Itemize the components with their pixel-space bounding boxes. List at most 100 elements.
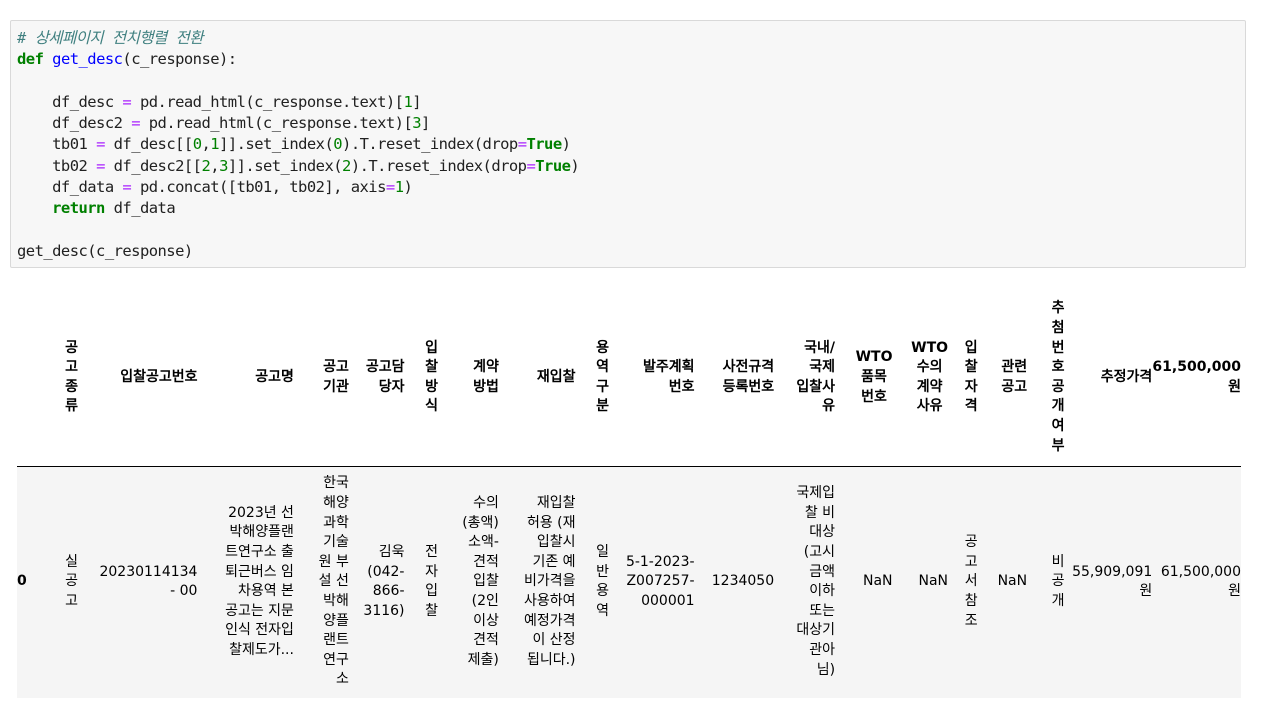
code-operator: = <box>96 156 105 175</box>
cell-text: 2023년 선 박해양플랜 트연구소 출 퇴근버스 임 차용역 본 공고는 지문 인식 전자… <box>225 504 294 659</box>
code-token: tb02 <box>52 156 97 175</box>
code-token: ]].set_index( <box>227 156 343 175</box>
cell-text: 1234050 <box>711 573 775 590</box>
code-number: 2 <box>342 156 351 175</box>
code-token: df_data <box>104 199 176 218</box>
col-header: 입찰방식 <box>404 290 438 467</box>
index-header <box>17 290 41 467</box>
table-cell: 수의 (총액) 소액- 견적 입찰 (2인 이상 견적 제출) <box>437 466 499 698</box>
code-token: df_desc <box>52 92 123 111</box>
header-label: 용역구분 <box>596 339 609 415</box>
col-header: 계약 방법 <box>437 290 499 467</box>
col-header: WTO 품목 번호 <box>835 290 893 467</box>
code-token: , <box>210 156 220 175</box>
cell-text: 재입찰 허용 (재 입찰시 기존 예 비가격을 사용하여 예정가격 이 산정 됩니다.) <box>524 495 576 668</box>
code-operator: = <box>385 178 395 197</box>
table-cell: 재입찰 허용 (재 입찰시 기존 예 비가격을 사용하여 예정가격 이 산정 됩니다.) <box>498 466 576 698</box>
header-label: 공고 기관 <box>323 359 349 395</box>
col-header: 공고종류 <box>40 290 79 467</box>
row-index: 0 <box>17 466 41 698</box>
header-label: 국내/국제 입찰사 유 <box>796 339 836 415</box>
cell-text: 한국 해양 과학 기술 원 부설 선 박해 양플 랜트 연구 소 <box>318 475 349 688</box>
code-comment: # 상세페이지 전치행렬 전환 <box>17 29 204 47</box>
header-label: 추정가격 <box>1100 368 1153 385</box>
cell-text: 55,909,091 원 <box>1072 563 1153 600</box>
code-operator: = <box>526 156 536 175</box>
header-label: 입찰공고번호 <box>120 368 198 385</box>
header-label: 사전규격 등록번호 <box>722 359 775 395</box>
cell-text: 전자입찰 <box>425 544 438 619</box>
code-token: ).T.reset_index(drop <box>342 135 518 154</box>
code-token: df_desc[[ <box>104 135 194 154</box>
header-label: 관련 공고 <box>1001 359 1028 395</box>
cell-text: 김욱 (042- 866- 3116) <box>363 544 405 619</box>
header-label: 입찰자격 <box>964 339 978 415</box>
code-operator: = <box>122 92 132 111</box>
true-keyword: True <box>526 135 562 154</box>
col-header: 국내/국제 입찰사 유 <box>774 290 836 467</box>
cell-text: 0 <box>17 573 27 590</box>
output-area: 공고종류 입찰공고번호 공고명 공고 기관 공고담 당자 입찰방식 계약 방법 재입찰… <box>17 290 1241 698</box>
cell-text: NaN <box>997 573 1028 590</box>
code-operator: = <box>122 178 132 197</box>
return-keyword: return <box>52 199 105 218</box>
cell-text: 61,500,000 원 <box>1160 563 1241 600</box>
table-cell: 공고서참조 <box>948 466 978 698</box>
header-label: 재입찰 <box>536 368 576 385</box>
table-cell: 국제입 찰 비 대상 (고시 금액 이하 또는 대상기 관아 님) <box>774 466 836 698</box>
header-label: 추첨번호공개여부 <box>1051 300 1065 454</box>
function-name: get_desc <box>52 50 123 69</box>
code-token: ] <box>421 114 430 133</box>
table-cell: 55,909,091 원 <box>1064 466 1153 698</box>
table-row: 0 실공고 20230114134- 00 2023년 선 박해양플랜 트연구소 출… <box>17 466 1241 698</box>
code-number: 3 <box>219 156 228 175</box>
code-token: df_desc2 <box>52 114 132 133</box>
cell-text: 비공개 <box>1051 553 1065 610</box>
true-keyword: True <box>535 156 571 175</box>
table-cell: 5-1-2023- Z007257- 000001 <box>609 466 695 698</box>
header-label: 공고명 <box>255 368 294 385</box>
code-number: 2 <box>201 156 211 175</box>
code-token: ] <box>412 92 422 111</box>
cell-text: 실공고 <box>65 553 79 610</box>
col-header: 사전규격 등록번호 <box>694 290 775 467</box>
col-header: 공고 기관 <box>293 290 349 467</box>
code-token: tb01 <box>52 135 97 154</box>
col-header: 공고담 당자 <box>348 290 405 467</box>
header-row: 공고종류 입찰공고번호 공고명 공고 기관 공고담 당자 입찰방식 계약 방법 재입찰… <box>17 290 1241 467</box>
cell-text: 20230114134- 00 <box>99 563 198 600</box>
table-cell: 실공고 <box>40 466 79 698</box>
code-editor[interactable]: # 상세페이지 전치행렬 전환 def get_desc(c_response)… <box>17 28 580 262</box>
header-label: 입찰방식 <box>425 339 438 415</box>
code-number: 1 <box>210 135 220 154</box>
col-header: WTO 수의 계약 사유 <box>892 290 949 467</box>
code-token: pd.concat([tb01, tb02], axis <box>131 178 386 197</box>
code-operator: = <box>131 114 140 133</box>
function-params: (c_response): <box>122 50 237 69</box>
cell-text: 수의 (총액) 소액- 견적 입찰 (2인 이상 견적 제출) <box>462 495 499 668</box>
table-cell: NaN <box>835 466 893 698</box>
cell-text: 공고서참조 <box>964 534 978 629</box>
cell-text: 일반용역 <box>596 544 609 619</box>
table-cell: 1234050 <box>694 466 775 698</box>
col-header: 입찰자격 <box>948 290 978 467</box>
header-label: 공고담 당자 <box>365 359 405 395</box>
col-header: 재입찰 <box>498 290 576 467</box>
code-token: pd.read_html(c_response.text)[ <box>139 114 413 133</box>
function-call: get_desc(c_response) <box>17 241 193 260</box>
header-label: 공고종류 <box>65 339 79 415</box>
code-operator: = <box>96 135 105 154</box>
col-header: 입찰공고번호 <box>78 290 198 467</box>
header-label: WTO 품목 번호 <box>855 349 893 405</box>
code-cell[interactable]: # 상세페이지 전치행렬 전환 def get_desc(c_response)… <box>10 20 1246 268</box>
table-cell: 한국 해양 과학 기술 원 부설 선 박해 양플 랜트 연구 소 <box>293 466 349 698</box>
col-header: 발주계획 번호 <box>609 290 695 467</box>
def-keyword: def <box>17 50 44 69</box>
col-header: 용역구분 <box>575 290 609 467</box>
code-token: ) <box>561 135 571 154</box>
table-cell: 2023년 선 박해양플랜 트연구소 출 퇴근버스 임 차용역 본 공고는 지문 인식 전자… <box>197 466 294 698</box>
table-cell: NaN <box>977 466 1028 698</box>
col-header: 관련 공고 <box>977 290 1028 467</box>
code-number: 3 <box>412 114 422 133</box>
header-label: WTO 수의 계약 사유 <box>911 339 949 415</box>
